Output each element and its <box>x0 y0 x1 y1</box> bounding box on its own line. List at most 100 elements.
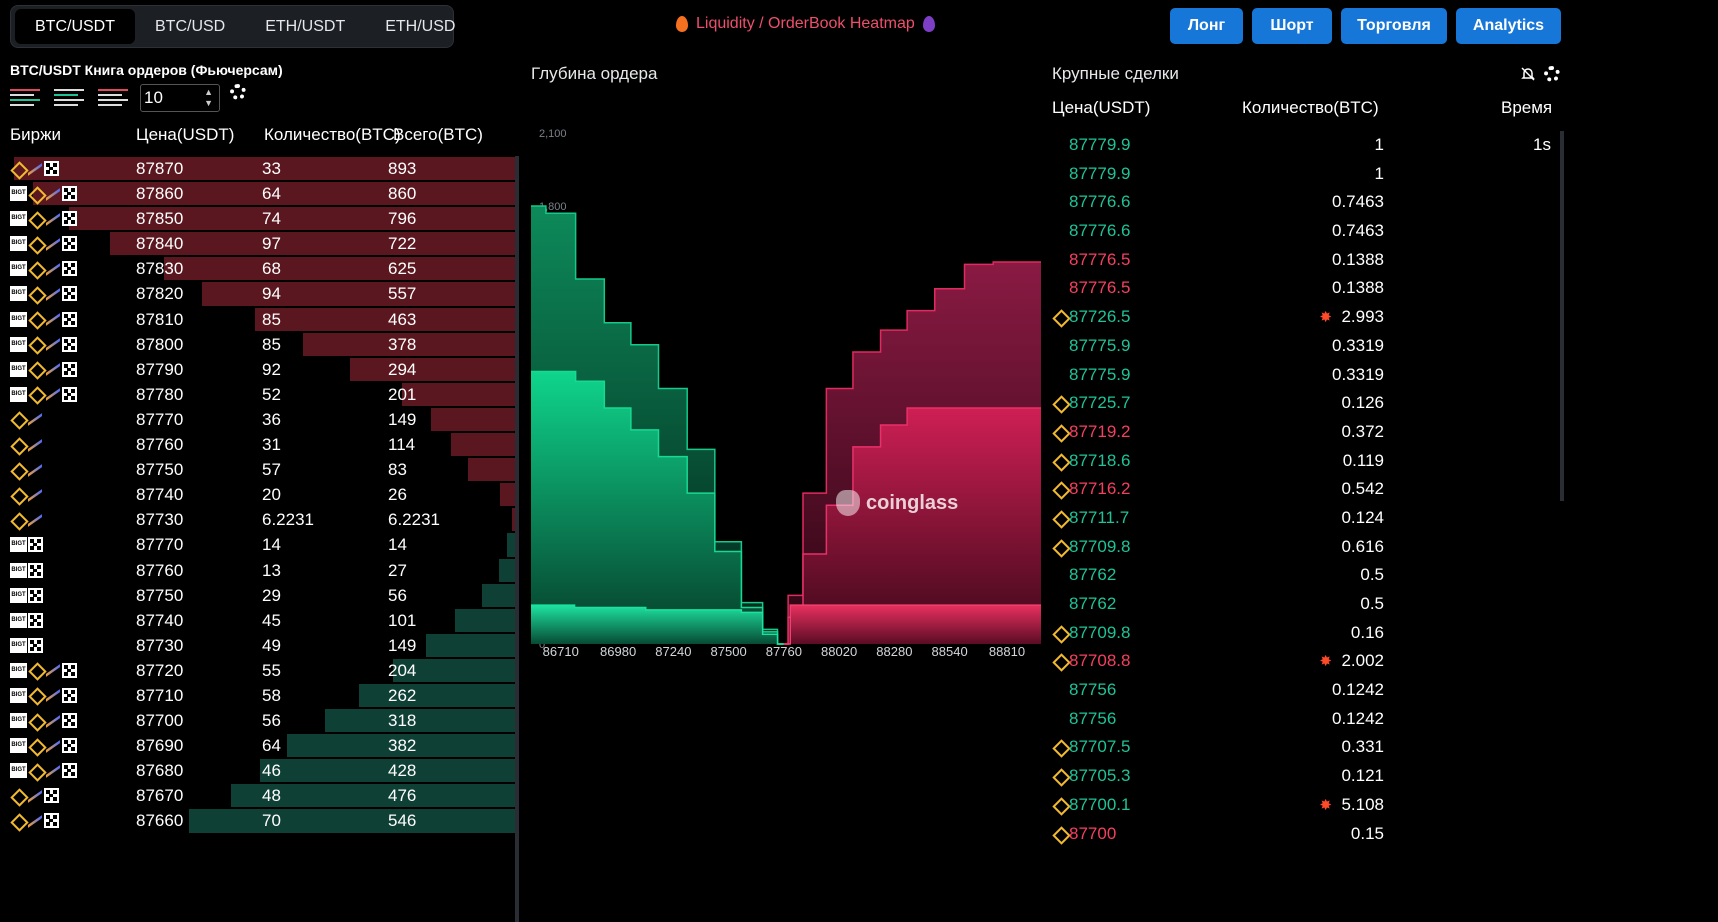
orderbook-row[interactable]: BIGT 87850 74 796 <box>10 206 515 231</box>
trade-row[interactable]: 87779.9 1 <box>1052 160 1560 189</box>
okx-icon <box>62 738 77 754</box>
row-total: 318 <box>388 711 417 731</box>
trade-row[interactable]: 87775.9 0.3319 <box>1052 361 1560 390</box>
trade-price: 87776.5 <box>1069 249 1131 269</box>
orderbook-row[interactable]: 87870 33 893 <box>10 156 515 181</box>
orderbook-row[interactable]: BIGT 87680 46 428 <box>10 758 515 783</box>
trades-scrollbar[interactable] <box>1560 131 1564 501</box>
tab-btc-usdt[interactable]: BTC/USDT <box>15 9 135 44</box>
x-tick-label: 87760 <box>766 644 802 659</box>
trade-row[interactable]: 87718.6 0.119 <box>1052 447 1560 476</box>
row-price: 87780 <box>136 384 184 404</box>
view-asks-icon[interactable] <box>98 86 128 108</box>
trade-qty: 0.121 <box>1341 766 1384 786</box>
orderbook-row[interactable]: BIGT 87730 49 149 <box>10 633 515 658</box>
stepper-arrows-icon[interactable]: ▲ ▼ <box>204 87 213 109</box>
trades-gear-icon[interactable] <box>1544 66 1560 82</box>
row-price: 87850 <box>136 209 184 229</box>
orderbook-row[interactable]: 87770 36 149 <box>10 407 515 432</box>
trade-row[interactable]: 87705.3 0.121 <box>1052 762 1560 791</box>
bell-off-icon[interactable] <box>1520 66 1536 82</box>
bybit-icon <box>27 789 43 803</box>
long-button[interactable]: Лонг <box>1170 8 1243 44</box>
trade-row[interactable]: 87716.2 0.542 <box>1052 475 1560 504</box>
trade-qty: 2.002 <box>1341 651 1384 671</box>
orderbook-row[interactable]: BIGT 87740 45 101 <box>10 608 515 633</box>
orderbook-row[interactable]: 87660 70 546 <box>10 808 515 833</box>
orderbook-row[interactable]: BIGT 87860 64 860 <box>10 181 515 206</box>
trade-row[interactable]: 87709.8 0.16 <box>1052 619 1560 648</box>
trade-row[interactable]: 87776.5 0.1388 <box>1052 246 1560 275</box>
trades-list[interactable]: 87779.9 1 1s 87779.9 1 87776.6 0.7463 87776.6 0.… <box>1052 131 1560 922</box>
orderbook-row[interactable]: BIGT 87770 14 14 <box>10 532 515 557</box>
trades-header-qty: Количество(BTC) <box>1242 98 1379 117</box>
trade-row[interactable]: 87762 0.5 <box>1052 590 1560 619</box>
orderbook-row[interactable]: BIGT 87810 85 463 <box>10 307 515 332</box>
exchange-icons: BIGT <box>10 712 77 729</box>
orderbook-row[interactable]: BIGT 87780 52 201 <box>10 382 515 407</box>
okx-icon <box>62 713 77 729</box>
trade-row[interactable]: 87776.5 0.1388 <box>1052 274 1560 303</box>
gear-icon[interactable] <box>230 84 246 100</box>
orderbook-row[interactable]: BIGT 87800 85 378 <box>10 332 515 357</box>
trade-row[interactable]: 87762 0.5 <box>1052 561 1560 590</box>
tab-eth-usdt[interactable]: ETH/USDT <box>245 9 365 44</box>
trade-row[interactable]: 87776.6 0.7463 <box>1052 188 1560 217</box>
trade-row[interactable]: 87776.6 0.7463 <box>1052 217 1560 246</box>
row-qty: 45 <box>262 610 281 630</box>
orderbook-row[interactable]: 87760 31 114 <box>10 432 515 457</box>
trade-row[interactable]: 87709.8 0.616 <box>1052 533 1560 562</box>
orderbook-row[interactable]: BIGT 87830 68 625 <box>10 256 515 281</box>
orderbook-scrollbar[interactable] <box>515 156 519 922</box>
trade-row[interactable]: 87700 0.15 <box>1052 820 1560 849</box>
depth-stepper[interactable]: 10 ▲ ▼ <box>140 84 220 112</box>
view-both-icon[interactable] <box>10 86 40 108</box>
orderbook-row[interactable]: BIGT 87720 55 204 <box>10 658 515 683</box>
trade-row[interactable]: 87725.7 0.126 <box>1052 389 1560 418</box>
orderbook-row[interactable]: BIGT 87700 56 318 <box>10 708 515 733</box>
orderbook-row[interactable]: BIGT 87820 94 557 <box>10 281 515 306</box>
bybit-icon <box>27 463 43 477</box>
heatmap-link[interactable]: Liquidity / OrderBook Heatmap <box>676 15 935 33</box>
row-total: 893 <box>388 159 417 178</box>
trade-row[interactable]: 87708.8 ✸ 2.002 <box>1052 647 1560 676</box>
trade-row[interactable]: 87756 0.1242 <box>1052 705 1560 734</box>
orderbook-row[interactable]: BIGT 87840 97 722 <box>10 231 515 256</box>
row-total: 294 <box>388 359 417 379</box>
x-tick-label: 88540 <box>932 644 968 659</box>
bid-depth-bar <box>426 633 515 657</box>
trade-row[interactable]: 87711.7 0.124 <box>1052 504 1560 533</box>
trade-button[interactable]: Торговля <box>1341 8 1447 44</box>
exchange-icons: BIGT <box>10 185 77 202</box>
orderbook-row[interactable]: 87730 6.2231 6.2231 <box>10 507 515 532</box>
trade-row[interactable]: 87700.1 ✸ 5.108 <box>1052 791 1560 820</box>
bybit-icon <box>45 237 61 251</box>
short-button[interactable]: Шорт <box>1252 8 1332 44</box>
okx-icon <box>28 587 43 603</box>
exchange-icons: BIGT <box>10 662 77 679</box>
trade-row[interactable]: 87779.9 1 1s <box>1052 131 1560 160</box>
heatmap-link-label: Liquidity / OrderBook Heatmap <box>696 15 915 32</box>
row-qty: 6.2231 <box>262 510 314 530</box>
orderbook-row[interactable]: BIGT 87760 13 27 <box>10 558 515 583</box>
orderbook-rows[interactable]: 87870 33 893 BIGT 87860 64 860 BIGT 87850 74 796 BI… <box>10 156 515 922</box>
orderbook-row[interactable]: BIGT 87790 92 294 <box>10 357 515 382</box>
orderbook-row[interactable]: 87670 48 476 <box>10 783 515 808</box>
orderbook-row[interactable]: BIGT 87690 64 382 <box>10 733 515 758</box>
orderbook-row[interactable]: BIGT 87710 58 262 <box>10 683 515 708</box>
orderbook-row[interactable]: 87740 20 26 <box>10 482 515 507</box>
view-bids-icon[interactable] <box>54 86 84 108</box>
trade-row[interactable]: 87726.5 ✸ 2.993 <box>1052 303 1560 332</box>
orderbook-row[interactable]: 87750 57 83 <box>10 457 515 482</box>
trade-row[interactable]: 87707.5 0.331 <box>1052 733 1560 762</box>
tab-eth-usd[interactable]: ETH/USD <box>365 9 475 44</box>
trade-row[interactable]: 87719.2 0.372 <box>1052 418 1560 447</box>
x-tick-label: 87500 <box>711 644 747 659</box>
row-total: 27 <box>388 560 407 580</box>
trade-row[interactable]: 87775.9 0.3319 <box>1052 332 1560 361</box>
analytics-button[interactable]: Analytics <box>1456 8 1561 44</box>
trade-row[interactable]: 87756 0.1242 <box>1052 676 1560 705</box>
orderbook-row[interactable]: BIGT 87750 29 56 <box>10 583 515 608</box>
bybit-icon <box>45 663 61 677</box>
tab-btc-usd[interactable]: BTC/USD <box>135 9 245 44</box>
